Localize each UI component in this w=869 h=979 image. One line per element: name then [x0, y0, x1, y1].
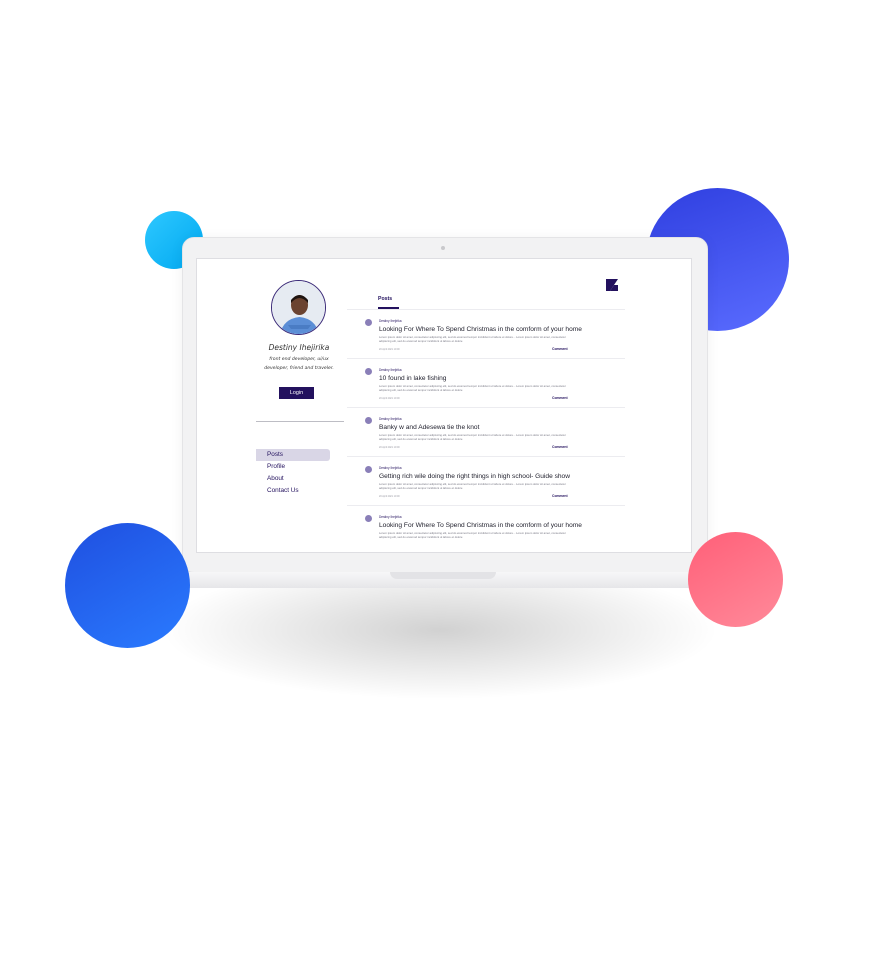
post-excerpt: Lorem ipsum dolor sit amet, consectetur …: [379, 433, 566, 441]
laptop-camera: [441, 246, 445, 250]
sidebar-divider: [256, 421, 344, 422]
post-title[interactable]: Looking For Where To Spend Christmas in …: [379, 522, 582, 529]
posts-list: Destiny Ihejirika Looking For Where To S…: [347, 310, 625, 552]
sidebar-nav: Posts Profile About Contact Us: [256, 449, 330, 497]
login-button[interactable]: Login: [279, 387, 314, 399]
mockup-stage: Destiny Ihejirika front end developer, u…: [0, 0, 869, 979]
post-author: Destiny Ihejirika: [379, 319, 402, 323]
post-item[interactable]: Destiny Ihejirika Looking For Where To S…: [347, 506, 625, 552]
profile-name: Destiny Ihejirika: [268, 343, 330, 352]
post-author: Destiny Ihejirika: [379, 515, 402, 519]
laptop-notch: [390, 572, 496, 579]
post-excerpt: Lorem ipsum dolor sit amet, consectetur …: [379, 384, 566, 392]
post-title[interactable]: Looking For Where To Spend Christmas in …: [379, 326, 582, 333]
sidebar-item-posts[interactable]: Posts: [256, 449, 330, 461]
author-avatar: [365, 319, 372, 326]
post-author: Destiny Ihejirika: [379, 368, 402, 372]
comment-link[interactable]: Comment: [552, 494, 568, 498]
post-date: 20 April 2021 10:00: [379, 495, 400, 498]
post-date: 20 April 2021 10:00: [379, 348, 400, 351]
post-author: Destiny Ihejirika: [379, 466, 402, 470]
author-avatar: [365, 466, 372, 473]
post-excerpt: Lorem ipsum dolor sit amet, consectetur …: [379, 531, 566, 539]
post-item[interactable]: Destiny Ihejirika Looking For Where To S…: [347, 310, 625, 359]
post-item[interactable]: Destiny Ihejirika 10 found in lake fishi…: [347, 359, 625, 408]
decorative-circle-blue: [65, 523, 190, 648]
profile-avatar: [271, 280, 326, 335]
decorative-circle-pink: [688, 532, 783, 627]
post-title[interactable]: 10 found in lake fishing: [379, 375, 446, 382]
laptop-screen: Destiny Ihejirika front end developer, u…: [196, 258, 692, 553]
sidebar-item-contact-us[interactable]: Contact Us: [256, 485, 330, 497]
post-date: 20 April 2021 10:00: [379, 397, 400, 400]
post-author: Destiny Ihejirika: [379, 417, 402, 421]
author-avatar: [365, 515, 372, 522]
comment-link[interactable]: Comment: [552, 396, 568, 400]
sidebar-item-about[interactable]: About: [256, 473, 330, 485]
post-title[interactable]: Banky w and Adesewa tie the knot: [379, 424, 479, 431]
comment-link[interactable]: Comment: [552, 347, 568, 351]
post-excerpt: Lorem ipsum dolor sit amet, consectetur …: [379, 335, 566, 343]
tab-posts[interactable]: Posts: [378, 296, 392, 302]
post-date: 20 April 2021 10:00: [379, 446, 400, 449]
brand-logo-icon[interactable]: [605, 278, 619, 291]
author-avatar: [365, 417, 372, 424]
post-item[interactable]: Destiny Ihejirika Banky w and Adesewa ti…: [347, 408, 625, 457]
comment-link[interactable]: Comment: [552, 445, 568, 449]
post-title[interactable]: Getting rich wile doing the right things…: [379, 473, 570, 480]
profile-bio: front end developer, ui/ux developer, fr…: [264, 357, 334, 371]
author-avatar: [365, 368, 372, 375]
post-item[interactable]: Destiny Ihejirika Getting rich wile doin…: [347, 457, 625, 506]
sidebar-item-profile[interactable]: Profile: [256, 461, 330, 473]
post-excerpt: Lorem ipsum dolor sit amet, consectetur …: [379, 482, 566, 490]
